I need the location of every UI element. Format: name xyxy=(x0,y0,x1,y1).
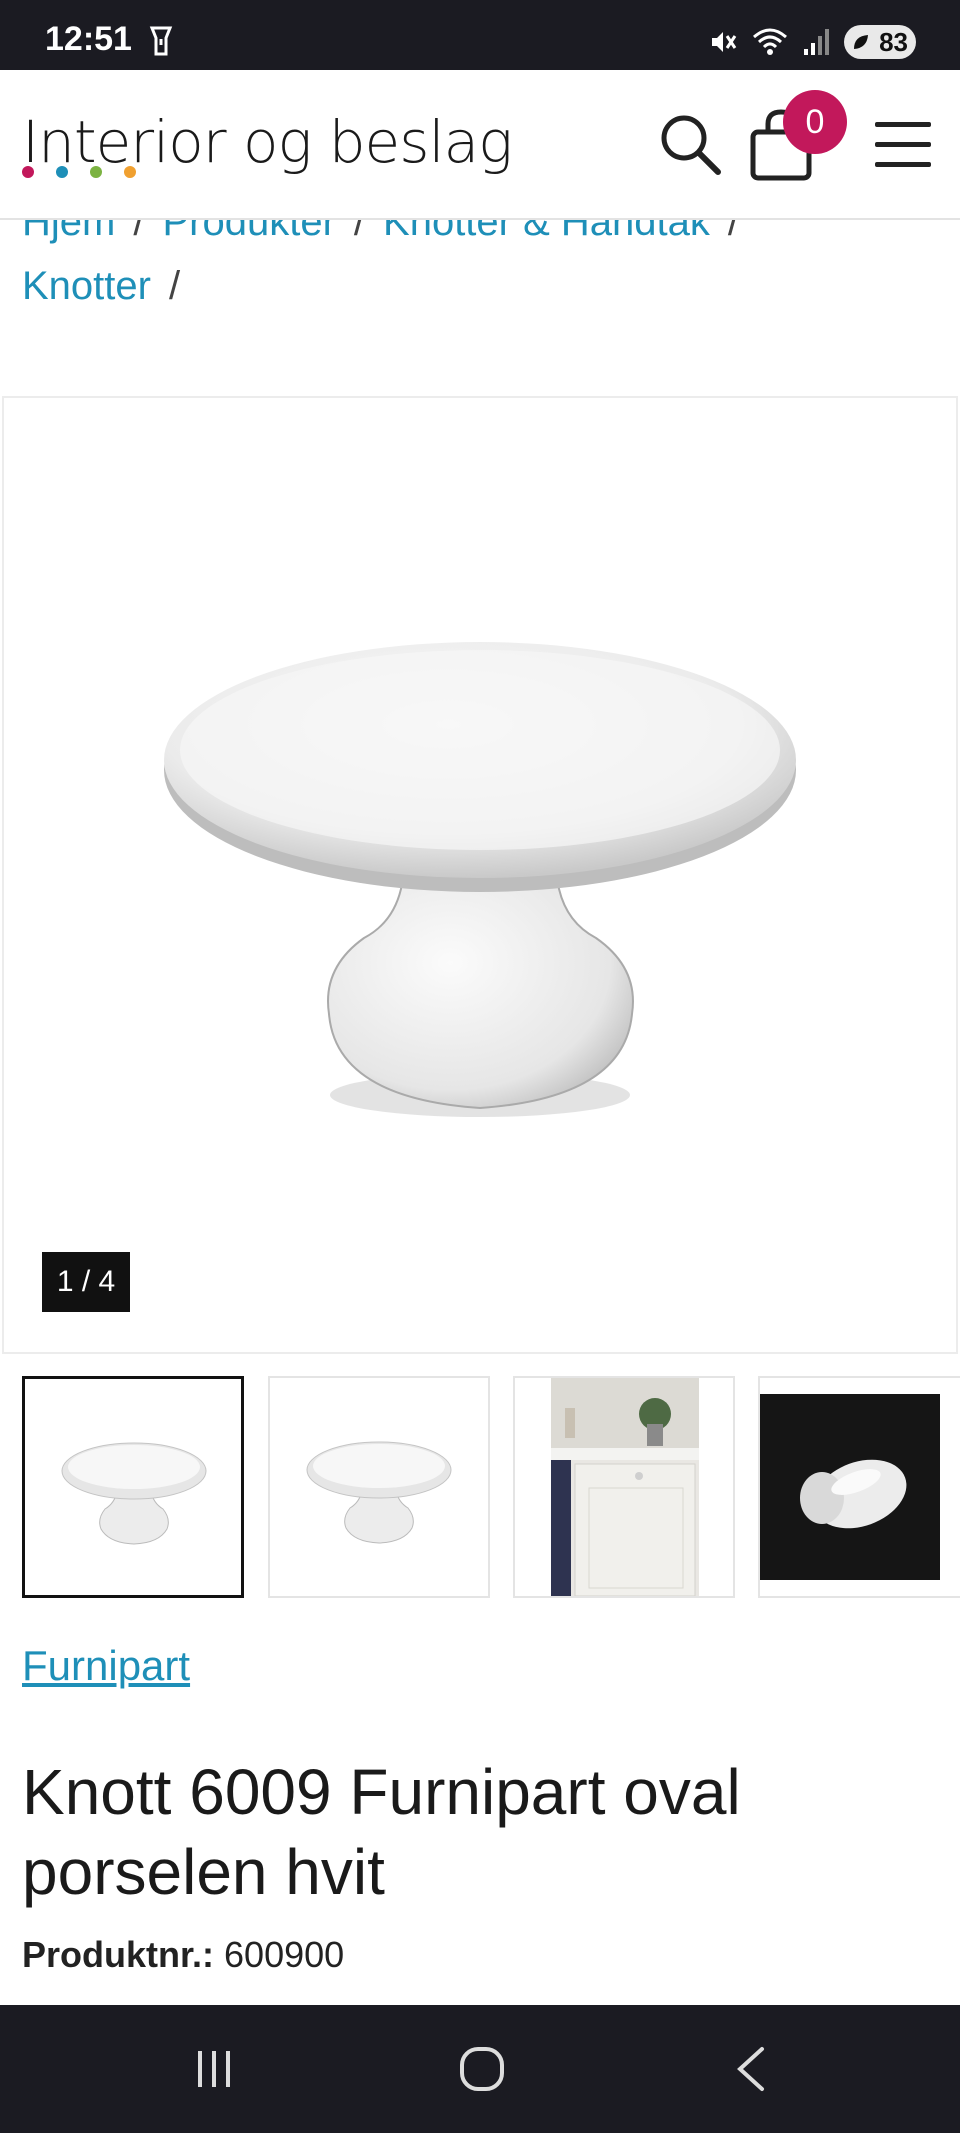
wifi-icon xyxy=(753,28,787,55)
mute-icon xyxy=(712,32,737,52)
product-image-main[interactable] xyxy=(2,396,958,1354)
thumbnail-knob-image xyxy=(306,1441,452,1544)
system-nav-bar xyxy=(0,2005,960,2133)
recent-apps-icon[interactable] xyxy=(184,2041,244,2097)
home-icon[interactable] xyxy=(452,2041,512,2097)
thumbnail-2[interactable] xyxy=(268,1376,490,1598)
thumbnail-3[interactable] xyxy=(513,1376,735,1598)
site-header: Interior og beslag 0 xyxy=(0,70,960,220)
brand-link[interactable]: Furnipart xyxy=(22,1642,190,1690)
battery-level: 83 xyxy=(879,26,908,57)
cart-count-badge[interactable]: 0 xyxy=(783,90,847,154)
thumbnail-knob-black-image xyxy=(760,1394,940,1580)
breadcrumb-knobs[interactable]: Knotter xyxy=(22,264,151,308)
product-title: Knott 6009 Furnipart oval porselen hvit xyxy=(22,1756,741,1908)
logo-dot xyxy=(90,166,102,178)
product-number-value: 600900 xyxy=(224,1934,345,1975)
breadcrumb-separator: / xyxy=(168,264,181,308)
hamburger-menu-icon[interactable] xyxy=(875,122,933,172)
image-counter: 1 / 4 xyxy=(42,1252,130,1312)
back-icon[interactable] xyxy=(722,2041,782,2097)
product-photo-knob xyxy=(164,642,796,1117)
logo-dots xyxy=(22,166,136,178)
thumbnail-kitchen-image xyxy=(551,1378,699,1596)
thumbnail-strip[interactable] xyxy=(22,1376,960,1600)
signal-icon xyxy=(804,29,829,55)
thumbnail-1[interactable] xyxy=(22,1376,244,1598)
search-icon[interactable] xyxy=(658,112,722,176)
product-number-label: Produktnr.: xyxy=(22,1934,215,1975)
logo-dot xyxy=(22,166,34,178)
flashlight-icon xyxy=(149,26,173,56)
product-number: Produktnr.: 600900 xyxy=(22,1934,344,1976)
thumbnail-knob-image xyxy=(61,1442,207,1545)
status-bar: 12:51 83 xyxy=(0,0,960,70)
logo-dot xyxy=(56,166,68,178)
power-saving-icon xyxy=(854,35,868,49)
logo-dot xyxy=(124,166,136,178)
thumbnail-4[interactable] xyxy=(758,1376,960,1598)
status-icons: 83 xyxy=(708,22,916,62)
status-time: 12:51 xyxy=(45,20,132,58)
battery-indicator: 83 xyxy=(844,25,916,59)
